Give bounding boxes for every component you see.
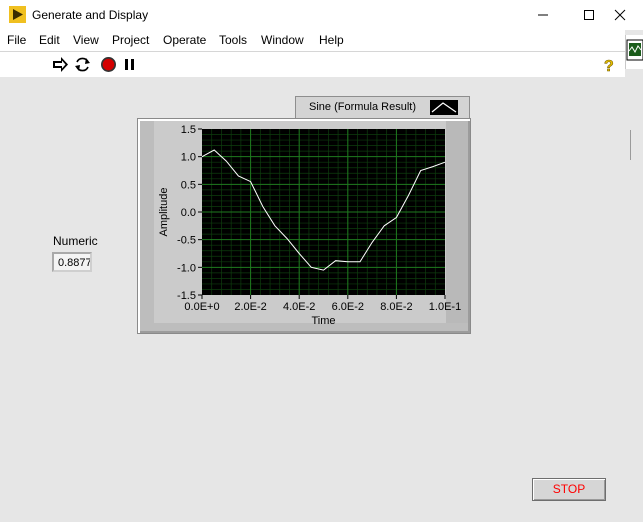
y-tick-label: -1.0 <box>177 262 196 274</box>
menu-operate[interactable]: Operate <box>163 33 206 47</box>
y-tick-label: -0.5 <box>177 235 196 247</box>
y-tick-label: 1.0 <box>181 152 196 164</box>
numeric-indicator[interactable]: 0.8877 <box>52 252 92 272</box>
close-button[interactable] <box>597 0 643 30</box>
x-tick-label: 6.0E-2 <box>332 301 364 313</box>
menu-edit[interactable]: Edit <box>39 33 60 47</box>
toolbar: ? <box>0 51 625 78</box>
menu-project[interactable]: Project <box>112 33 149 47</box>
waveform-graph[interactable]: 0.0E+0 2.0E-2 4.0E-2 6.0E-2 8.0E-2 1.0E-1 1.5 1… <box>137 118 471 334</box>
minimize-button[interactable] <box>520 0 566 30</box>
x-tick-label: 1.0E-1 <box>429 301 461 313</box>
numeric-label: Numeric <box>53 234 98 248</box>
divider <box>630 130 631 160</box>
x-tick-label: 4.0E-2 <box>283 301 315 313</box>
menu-help[interactable]: Help <box>319 33 344 47</box>
x-tick-label: 8.0E-2 <box>380 301 412 313</box>
labview-vi-icon <box>9 6 26 23</box>
legend-line-swatch-icon <box>430 100 458 115</box>
stop-button[interactable]: STOP <box>532 478 606 501</box>
vi-waveform-icon[interactable] <box>626 37 643 67</box>
abort-execution-icon[interactable] <box>100 56 117 73</box>
y-tick-label: 1.5 <box>181 124 196 136</box>
y-tick-label: 0.5 <box>181 179 196 191</box>
y-tick-label: 0.0 <box>181 207 196 219</box>
plot-legend[interactable]: Sine (Formula Result) <box>295 96 470 120</box>
svg-text:?: ? <box>604 58 614 73</box>
run-continuously-icon[interactable] <box>74 56 91 73</box>
x-tick-label: 2.0E-2 <box>234 301 266 313</box>
window-title: Generate and Display <box>32 8 149 22</box>
y-tick-label: -1.5 <box>177 290 196 302</box>
maximize-icon <box>584 10 594 20</box>
vi-icon-panel <box>625 35 643 69</box>
context-help-icon[interactable]: ? <box>601 56 618 73</box>
menu-file[interactable]: File <box>7 33 26 47</box>
x-tick-label: 0.0E+0 <box>184 301 219 313</box>
title-bar: Generate and Display <box>0 0 643 30</box>
y-axis-label: Amplitude <box>158 188 170 237</box>
legend-plot-name: Sine (Formula Result) <box>309 101 416 113</box>
x-axis-label: Time <box>311 315 335 327</box>
pause-icon[interactable] <box>121 56 138 73</box>
run-arrow-icon[interactable] <box>52 56 69 73</box>
menu-bar: File Edit View Project Operate Tools Win… <box>0 30 625 51</box>
menu-tools[interactable]: Tools <box>219 33 247 47</box>
graph-plot-svg: 0.0E+0 2.0E-2 4.0E-2 6.0E-2 8.0E-2 1.0E-1 1.5 1… <box>158 124 461 327</box>
menu-window[interactable]: Window <box>261 33 304 47</box>
minimize-icon <box>538 14 548 16</box>
menu-view[interactable]: View <box>73 33 99 47</box>
close-icon <box>614 9 626 21</box>
